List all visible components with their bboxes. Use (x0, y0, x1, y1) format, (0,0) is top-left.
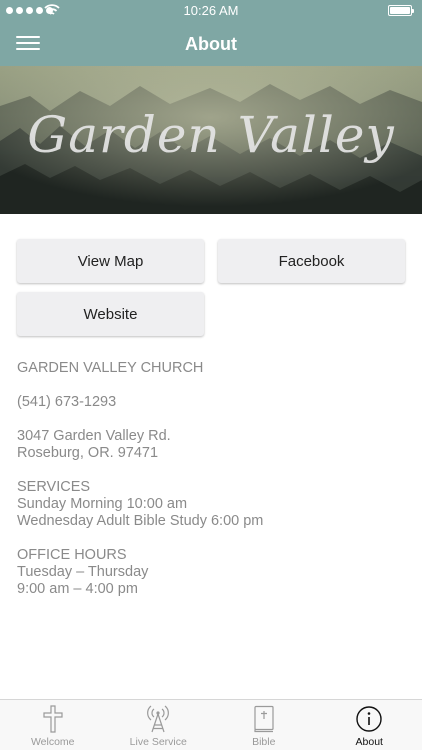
church-name: GARDEN VALLEY CHURCH (17, 360, 204, 376)
services-block: SERVICES Sunday Morning 10:00 am Wednesd… (17, 479, 407, 530)
phone-block: (541) 673-1293 (17, 394, 407, 411)
tab-bible[interactable]: Bible (211, 700, 317, 750)
office-hours-block: OFFICE HOURS Tuesday – Thursday 9:00 am … (17, 547, 407, 598)
address-line-1: 3047 Garden Valley Rd. (17, 428, 171, 444)
view-map-button[interactable]: View Map (17, 239, 204, 283)
battery-icon (388, 5, 414, 16)
broadcast-tower-icon (144, 705, 172, 733)
church-name-block: GARDEN VALLEY CHURCH (17, 360, 407, 377)
services-heading: SERVICES (17, 479, 91, 495)
tab-bar: Welcome Live Service Bible About (0, 699, 422, 750)
service-sunday: Sunday Morning 10:00 am (17, 496, 188, 512)
tab-welcome[interactable]: Welcome (0, 700, 106, 750)
church-info: GARDEN VALLEY CHURCH (541) 673-1293 3047… (17, 360, 407, 615)
address-block: 3047 Garden Valley Rd. Roseburg, OR. 974… (17, 428, 407, 462)
bible-icon (250, 705, 278, 733)
tab-live-service[interactable]: Live Service (106, 700, 212, 750)
address-line-2: Roseburg, OR. 97471 (17, 445, 159, 461)
office-hours-heading: OFFICE HOURS (17, 547, 127, 563)
cross-icon (39, 705, 67, 733)
hero-logo-text: Garden Valley (27, 106, 395, 164)
page-title: About (185, 34, 237, 54)
office-time: 9:00 am – 4:00 pm (17, 581, 138, 597)
office-days: Tuesday – Thursday (17, 564, 149, 580)
status-bar: 10:26 AM (0, 0, 422, 22)
tab-label: Bible (252, 736, 276, 748)
facebook-button[interactable]: Facebook (218, 239, 405, 283)
tab-label: About (355, 736, 383, 748)
phone-number[interactable]: (541) 673-1293 (17, 394, 407, 411)
hero-banner: Garden Valley (0, 66, 422, 214)
tab-label: Welcome (30, 736, 75, 748)
status-time: 10:26 AM (183, 3, 239, 18)
info-icon (355, 705, 383, 733)
navigation-bar: About (0, 22, 422, 66)
service-wednesday: Wednesday Adult Bible Study 6:00 pm (17, 513, 264, 529)
website-button[interactable]: Website (17, 292, 204, 336)
tab-label: Live Service (129, 736, 187, 748)
tab-about[interactable]: About (317, 700, 422, 750)
